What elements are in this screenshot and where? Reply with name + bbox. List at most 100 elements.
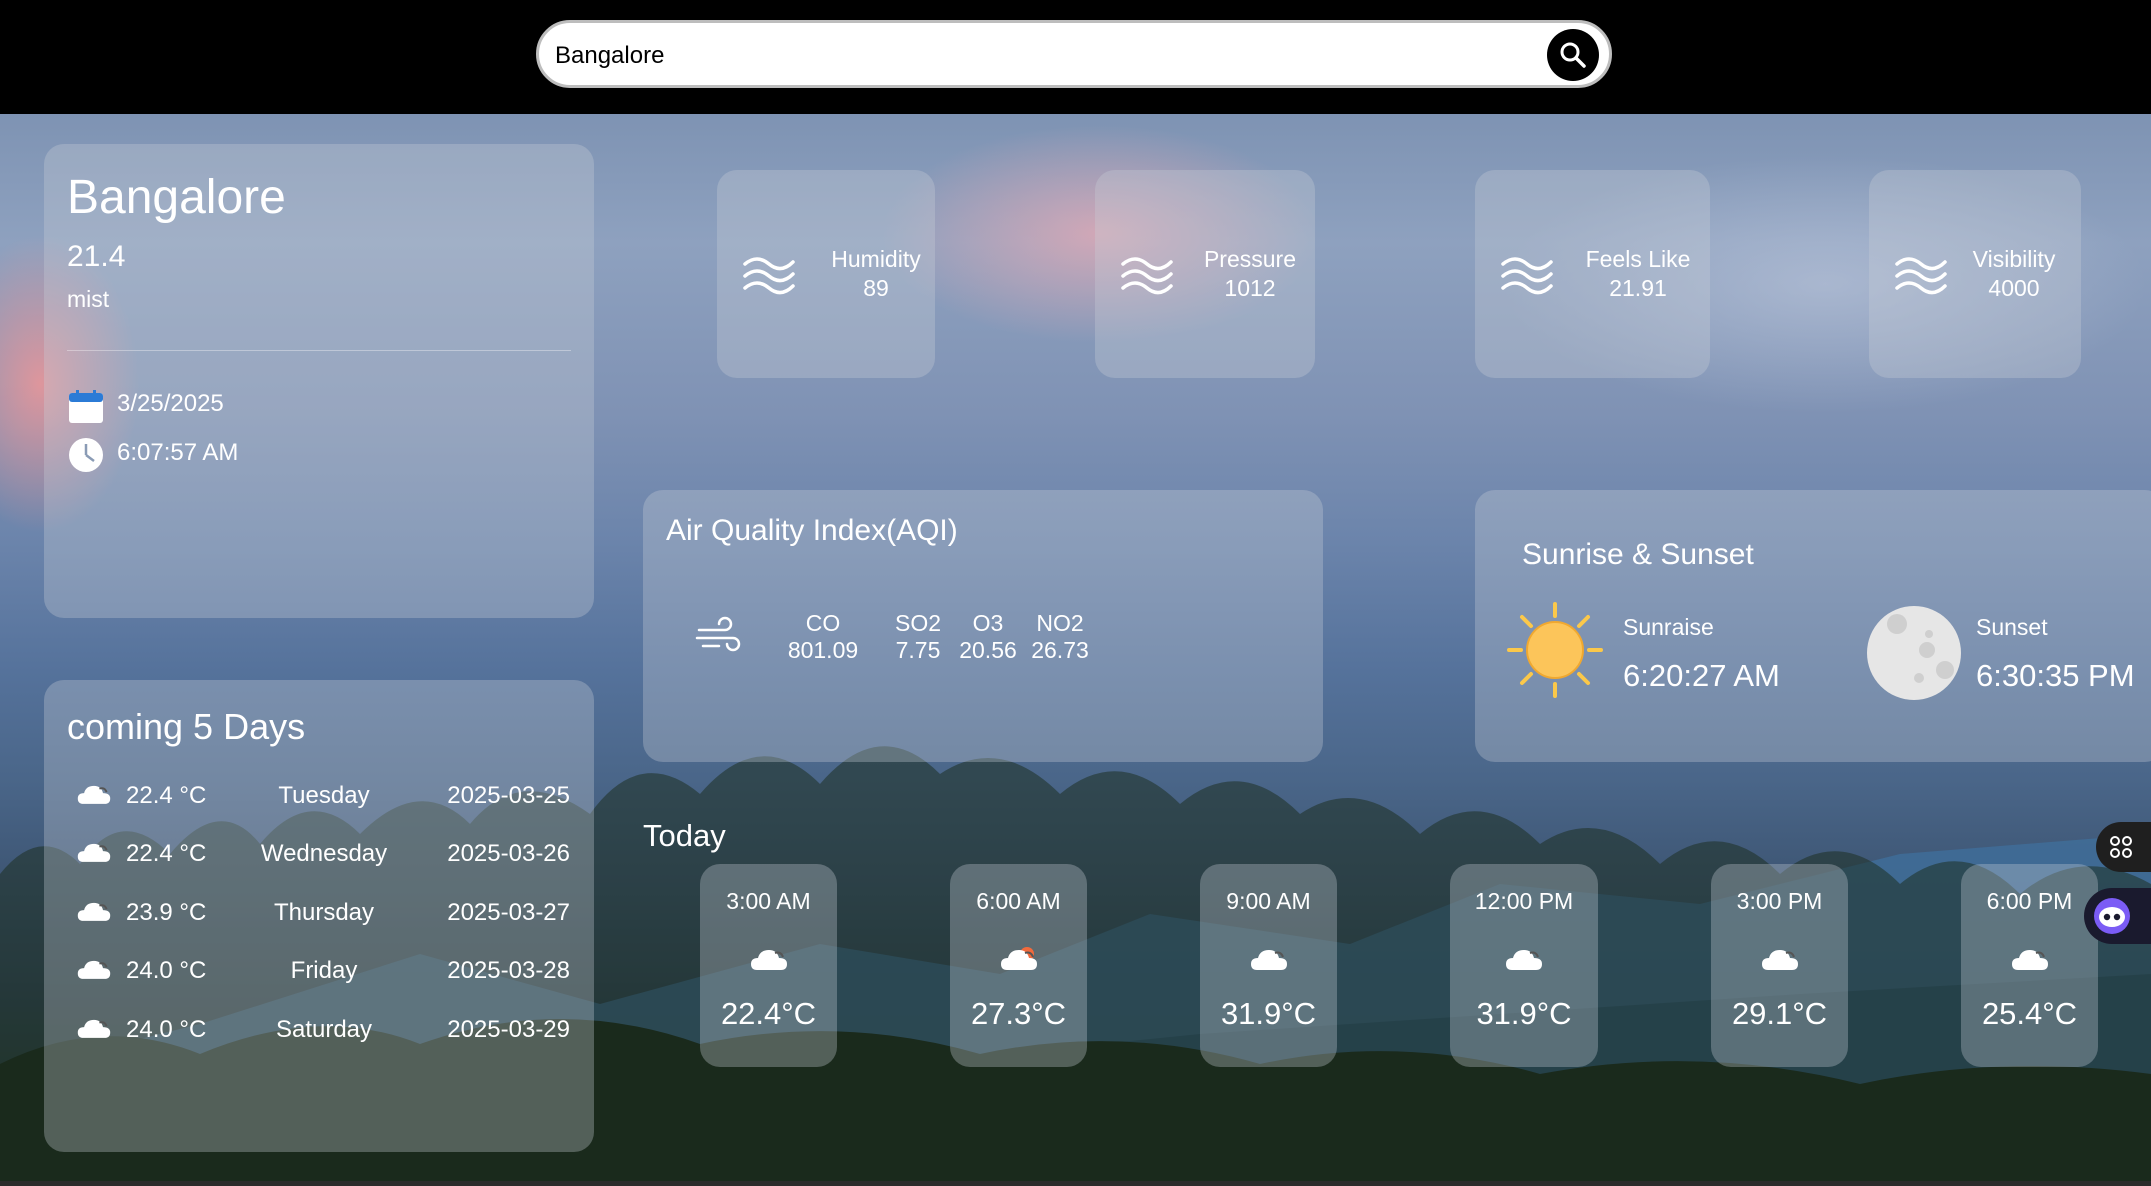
aqi-label: O3 <box>972 610 1004 636</box>
current-date: 3/25/2025 <box>117 390 224 417</box>
sun-title: Sunrise & Sunset <box>1522 538 1754 571</box>
forecast-temp: 22.4 °C <box>126 840 207 867</box>
forecast-date: 2025-03-27 <box>447 899 570 926</box>
aqi-label: NO2 <box>1036 610 1084 636</box>
search-icon <box>1560 42 1586 68</box>
aqi-item-o3: O3 20.56 <box>953 610 1023 664</box>
hour-time: 6:00 AM <box>976 888 1061 914</box>
hour-time: 12:00 PM <box>1474 888 1574 914</box>
forecast-temp: 24.0 °C <box>126 957 207 984</box>
aqi-value: 20.56 <box>959 637 1017 663</box>
city-name: Bangalore <box>67 171 286 224</box>
hourly-card: 6:00 PM 25.4°C <box>1961 864 2098 1067</box>
forecast-row: 22.4 °C Tuesday 2025-03-25 <box>44 772 594 822</box>
aqi-label: SO2 <box>894 610 942 636</box>
aqi-card: Air Quality Index(AQI) CO 801.09 SO2 7.7… <box>643 490 1323 762</box>
humidity-card: Humidity 89 <box>717 170 935 378</box>
search-button[interactable] <box>1547 29 1599 81</box>
aqi-label: CO <box>805 610 841 636</box>
aqi-item-so2: SO2 7.75 <box>883 610 953 664</box>
hour-time: 6:00 PM <box>1986 888 2073 914</box>
hour-time: 3:00 AM <box>726 888 811 914</box>
weather-description: mist <box>67 286 110 312</box>
current-time: 6:07:57 AM <box>117 439 239 466</box>
forecast-row: 24.0 °C Friday 2025-03-28 <box>44 947 594 997</box>
cloud-icon <box>1249 944 1289 974</box>
hour-temp: 22.4°C <box>720 996 817 1031</box>
cloud-sun-icon <box>999 944 1039 974</box>
hourly-card: 3:00 AM 22.4°C <box>700 864 837 1067</box>
metric-value: 1012 <box>1224 275 1276 301</box>
sunset-label: Sunset <box>1976 614 2048 640</box>
sunrise-sunset-card: Sunrise & Sunset Sunraise 6:20:27 AM Sun… <box>1475 490 2151 762</box>
aqi-item-co: CO 801.09 <box>773 610 873 664</box>
calendar-icon <box>69 390 103 423</box>
assistant-widget-button[interactable] <box>2084 888 2151 944</box>
forecast-day: Friday <box>290 957 358 984</box>
cloud-icon <box>749 944 789 974</box>
wave-icon <box>1895 257 1947 295</box>
wave-icon <box>1121 257 1173 295</box>
sunrise-label: Sunraise <box>1623 614 1714 640</box>
current-weather-card: Bangalore 21.4 mist 3/25/2025 6:07:57 AM <box>44 144 594 618</box>
aqi-value: 801.09 <box>787 637 859 663</box>
sunrise-time: 6:20:27 AM <box>1623 658 1780 693</box>
today-title: Today <box>643 818 726 853</box>
forecast-row: 22.4 °C Wednesday 2025-03-26 <box>44 830 594 880</box>
hour-temp: 27.3°C <box>970 996 1067 1031</box>
cloud-icon <box>1504 944 1544 974</box>
aqi-item-no2: NO2 26.73 <box>1025 610 1095 664</box>
hour-temp: 25.4°C <box>1981 996 2078 1031</box>
wave-icon <box>1501 257 1553 295</box>
aqi-title: Air Quality Index(AQI) <box>666 514 958 547</box>
extension-widget-button[interactable] <box>2096 822 2151 872</box>
top-bar <box>0 0 2151 114</box>
hourly-card: 9:00 AM 31.9°C <box>1200 864 1337 1067</box>
search-bar <box>536 20 1612 88</box>
search-input[interactable] <box>553 35 1537 77</box>
moon-icon <box>1867 606 1961 700</box>
hour-time: 3:00 PM <box>1736 888 1823 914</box>
hour-temp: 31.9°C <box>1476 996 1572 1031</box>
cloud-icon <box>76 1014 112 1042</box>
forecast-date: 2025-03-25 <box>447 782 570 809</box>
visibility-card: Visibility 4000 <box>1869 170 2081 378</box>
forecast-day: Thursday <box>273 899 375 926</box>
assistant-icon <box>2094 898 2130 934</box>
forecast-row: 24.0 °C Saturday 2025-03-29 <box>44 1006 594 1056</box>
forecast-day: Wednesday <box>260 840 388 867</box>
cloud-icon <box>76 897 112 925</box>
forecast-day: Saturday <box>275 1016 373 1043</box>
cloud-icon <box>76 955 112 983</box>
cloud-icon <box>76 780 112 808</box>
metric-label: Pressure <box>1203 246 1297 272</box>
bottom-border <box>0 1181 2151 1186</box>
pressure-card: Pressure 1012 <box>1095 170 1315 378</box>
current-temp: 21.4 <box>67 240 126 273</box>
feels-like-card: Feels Like 21.91 <box>1475 170 1710 378</box>
cloud-icon <box>2010 944 2050 974</box>
metric-value: 4000 <box>1988 275 2040 301</box>
forecast-date: 2025-03-26 <box>447 840 570 867</box>
aqi-value: 26.73 <box>1031 637 1089 663</box>
cloud-icon <box>1760 944 1800 974</box>
aqi-value: 7.75 <box>895 637 941 663</box>
clock-icon <box>69 438 103 472</box>
wave-icon <box>743 257 795 295</box>
forecast-temp: 24.0 °C <box>126 1016 207 1043</box>
forecast-day: Tuesday <box>278 782 370 809</box>
hour-temp: 31.9°C <box>1220 996 1317 1031</box>
forecast-temp: 23.9 °C <box>126 899 207 926</box>
sunset-time: 6:30:35 PM <box>1976 658 2135 693</box>
metric-label: Humidity <box>831 246 921 272</box>
metric-label: Feels Like <box>1585 246 1691 272</box>
hour-time: 9:00 AM <box>1226 888 1311 914</box>
forecast-card: coming 5 Days 22.4 °C Tuesday 2025-03-25 22… <box>44 680 594 1152</box>
sun-icon <box>1507 602 1603 698</box>
cloud-icon <box>76 838 112 866</box>
metric-value: 21.91 <box>1609 275 1667 301</box>
metric-value: 89 <box>863 275 889 301</box>
hourly-card: 6:00 AM 27.3°C <box>950 864 1087 1067</box>
hourly-card: 3:00 PM 29.1°C <box>1711 864 1848 1067</box>
forecast-title: coming 5 Days <box>67 706 306 747</box>
